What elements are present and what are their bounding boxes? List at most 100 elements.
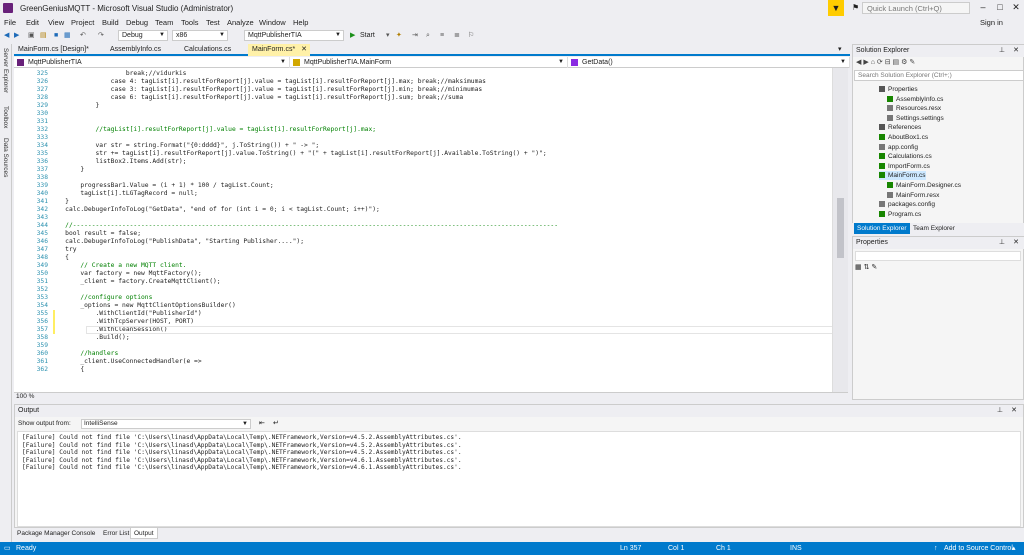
alphabetical-icon[interactable]: ⇅ [864,264,870,271]
data-sources-tab[interactable]: Data Sources [2,138,9,177]
solution-tree-item[interactable]: packages.config [879,200,935,209]
zoom-level-select[interactable]: 100 % [16,393,34,400]
code-line[interactable]: listBox2.Items.Add(str); [50,158,186,166]
menu-window[interactable]: Window [259,18,286,27]
sync-icon[interactable]: ⟳ [877,59,883,66]
start-button[interactable]: Start [360,30,375,41]
code-line[interactable]: case 4: tagList[i].resultForReport[j].va… [50,78,486,86]
tab-mainform-code[interactable]: MainForm.cs* ✕ [248,44,310,56]
close-tab-icon[interactable]: ✕ [301,44,307,56]
redo-icon[interactable]: ↷ [98,30,104,41]
code-line[interactable]: .Build(); [50,334,129,342]
solution-tree-item[interactable]: MainForm.resx [887,191,939,200]
code-line[interactable]: //--------------------------------------… [50,222,558,230]
code-line[interactable]: _client = factory.CreateMqttClient(); [50,278,220,286]
solution-tree-item[interactable]: References [879,123,921,132]
code-line[interactable]: .WithCleanSession() [50,326,167,334]
pin-icon[interactable]: ⊥ [999,237,1005,249]
startup-project-select[interactable]: MqttPublisherTIA ▼ [244,30,344,41]
pin-icon[interactable]: ⊥ [999,45,1005,57]
code-editor[interactable]: 325 326 327 328 329 330 331 332 333 334 335 336 337 3… [14,68,848,392]
code-line[interactable]: case 3: tagList[i].resultForReport[j].va… [50,86,483,94]
uncomment-icon[interactable]: ≣ [454,30,460,41]
solution-tree-item[interactable]: Program.cs [879,210,921,219]
solution-tree-item[interactable]: MainForm.cs [879,171,926,181]
close-button[interactable]: ✕ [1009,2,1023,13]
editor-vertical-scrollbar[interactable] [832,68,848,392]
step-icon[interactable]: ⇥ [412,30,418,41]
minimize-button[interactable]: – [976,2,990,12]
maximize-button[interactable]: □ [993,2,1007,12]
solution-tree-item[interactable]: Calculations.cs [879,152,932,161]
code-line[interactable]: bool result = false; [50,230,141,238]
properties-icon[interactable]: ⚙ [901,59,907,66]
find-icon[interactable]: ⌕ [426,30,430,41]
menu-project[interactable]: Project [71,18,94,27]
solution-tree-item[interactable]: AssemblyInfo.cs [887,95,943,104]
close-panel-icon[interactable]: ✕ [1013,237,1019,249]
tab-package-manager-console[interactable]: Package Manager Console [14,528,98,539]
solution-tree-item[interactable]: MainForm.Designer.cs [887,181,961,190]
word-wrap-icon[interactable]: ↵ [273,419,279,427]
sign-in-link[interactable]: Sign in [980,18,1003,27]
forward-icon[interactable]: ▶ [14,30,19,41]
code-line[interactable]: .WithTcpServer(HOST, PORT) [50,318,194,326]
close-panel-icon[interactable]: ✕ [1013,45,1019,57]
output-text[interactable]: [Failure] Could not find file 'C:\Users\… [17,431,1021,527]
tab-solution-explorer[interactable]: Solution Explorer [854,223,910,234]
menu-view[interactable]: View [48,18,64,27]
menu-team[interactable]: Team [155,18,173,27]
menu-help[interactable]: Help [293,18,308,27]
forward-icon[interactable]: ▶ [863,59,868,66]
quick-launch-input[interactable]: Quick Launch (Ctrl+Q) [862,2,970,14]
solution-tree-item[interactable]: Settings.settings [887,114,944,123]
close-panel-icon[interactable]: ✕ [1011,405,1017,417]
code-line[interactable]: var str = string.Format("{0:dddd}", j.To… [50,142,319,150]
tab-error-list[interactable]: Error List [100,528,132,539]
back-icon[interactable]: ◀ [856,59,861,66]
code-line[interactable]: break;//vidurkis [50,70,187,78]
code-line[interactable]: str += tagList[i].resultForReport[j].val… [50,150,546,158]
solution-tree-item[interactable]: Properties [879,85,918,94]
pin-icon[interactable]: ⊥ [997,405,1003,417]
solution-configuration-select[interactable]: Debug ▼ [118,30,168,41]
tab-team-explorer[interactable]: Team Explorer [910,223,958,234]
code-line[interactable]: { [50,254,69,262]
code-line[interactable]: var factory = new MqttFactory(); [50,270,201,278]
output-source-select[interactable]: IntelliSense ▼ [81,419,251,429]
browser-link-icon[interactable]: ✦ [396,30,402,41]
collapse-all-icon[interactable]: ⊟ [885,59,891,66]
code-line[interactable]: progressBar1.Value = (i + 1) * 100 / tag… [50,182,273,190]
code-area[interactable]: break;//vidurkis case 4: tagList[i].resu… [50,68,848,392]
save-icon[interactable]: ■ [54,30,58,41]
notifications-bell-icon[interactable]: ▴ [1012,542,1016,555]
categorized-icon[interactable]: ▦ [855,264,862,271]
code-line[interactable]: _options = new MqttClientOptionsBuilder(… [50,302,235,310]
type-navigation-select[interactable]: MqttPublisherTIA.MainForm ▼ [290,57,568,68]
menu-tools[interactable]: Tools [181,18,199,27]
properties-object-select[interactable] [855,251,1021,261]
add-to-source-control-button[interactable]: Add to Source Control [944,542,1013,555]
property-pages-icon[interactable]: ✎ [871,264,877,271]
code-line[interactable]: tagList[i].tLGTagRecord = null; [50,190,198,198]
start-icon[interactable]: ▶ [350,30,355,41]
save-all-icon[interactable]: ▦ [64,30,71,41]
code-line[interactable]: calc.DebugerInfoToLog("PublishData", "St… [50,238,304,246]
tab-output[interactable]: Output [130,528,158,539]
feedback-flag-icon[interactable]: ⚑ [852,3,859,12]
notifications-filter-icon[interactable]: ▼ [828,0,844,16]
server-explorer-tab[interactable]: Server Explorer [2,48,9,93]
solution-tree-item[interactable]: AboutBox1.cs [879,133,928,142]
back-icon[interactable]: ◀ [4,30,9,41]
solution-tree-item[interactable]: app.config [879,143,918,152]
menu-debug[interactable]: Debug [126,18,148,27]
home-icon[interactable]: ⌂ [871,59,875,66]
code-line[interactable]: _client.UseConnectedHandler(e => [50,358,201,366]
code-line[interactable]: try [50,246,76,254]
code-line[interactable]: //handlers [50,350,118,358]
solution-tree-item[interactable]: Resources.resx [887,104,941,113]
scrollbar-thumb[interactable] [837,198,844,258]
code-line[interactable]: } [50,102,99,110]
menu-build[interactable]: Build [102,18,119,27]
code-line[interactable]: calc.DebugerInfoToLog("GetData", "end of… [50,206,380,214]
